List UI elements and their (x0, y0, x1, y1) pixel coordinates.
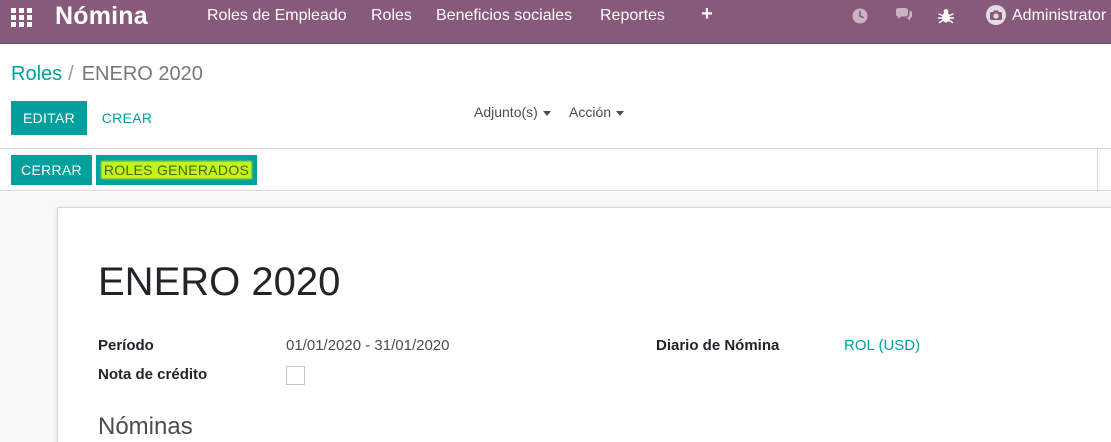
journal-label: Diario de Nómina (656, 337, 780, 354)
menu-roles[interactable]: Roles (371, 7, 412, 25)
breadcrumb-separator: / (68, 63, 74, 85)
form-sheet (57, 207, 1111, 442)
record-title: ENERO 2020 (98, 260, 341, 304)
plus-icon[interactable]: + (699, 4, 715, 24)
menu-roles-empleado[interactable]: Roles de Empleado (207, 7, 347, 25)
top-navbar: Nómina Roles de Empleado Roles Beneficio… (0, 0, 1111, 44)
create-button[interactable]: CREAR (97, 101, 157, 135)
close-button[interactable]: CERRAR (11, 155, 92, 185)
statusbar-divider (1097, 149, 1098, 191)
action-dropdown[interactable]: Acción (569, 104, 625, 120)
breadcrumb-roles[interactable]: Roles (11, 63, 62, 85)
user-avatar[interactable] (986, 5, 1006, 25)
period-value: 01/01/2020 - 31/01/2020 (286, 337, 450, 354)
credit-note-label: Nota de crédito (98, 366, 208, 383)
credit-note-checkbox[interactable] (286, 366, 305, 385)
caret-down-icon (542, 110, 551, 116)
roles-generated-label: ROLES GENERADOS (101, 162, 252, 178)
edit-button[interactable]: EDITAR (11, 101, 87, 135)
payslips-section-title: Nóminas (98, 413, 193, 440)
journal-link[interactable]: ROL (USD) (844, 337, 920, 355)
menu-beneficios-sociales[interactable]: Beneficios sociales (436, 7, 572, 25)
breadcrumb: Roles / ENERO 2020 (11, 62, 203, 86)
period-label: Período (98, 337, 154, 354)
user-menu[interactable]: Administrator (1012, 7, 1106, 25)
action-label: Acción (569, 104, 612, 120)
app-brand[interactable]: Nómina (55, 1, 148, 31)
attachments-label: Adjunto(s) (474, 104, 538, 120)
bug-icon[interactable] (937, 7, 955, 25)
attachments-dropdown[interactable]: Adjunto(s) (474, 104, 551, 120)
roles-generated-button[interactable]: ROLES GENERADOS (96, 155, 257, 185)
apps-grid-icon[interactable] (11, 8, 33, 30)
clock-icon[interactable] (851, 7, 869, 25)
caret-down-icon (616, 110, 625, 116)
breadcrumb-current: ENERO 2020 (81, 63, 203, 85)
chat-icon[interactable] (894, 7, 912, 25)
menu-reportes[interactable]: Reportes (600, 7, 665, 25)
